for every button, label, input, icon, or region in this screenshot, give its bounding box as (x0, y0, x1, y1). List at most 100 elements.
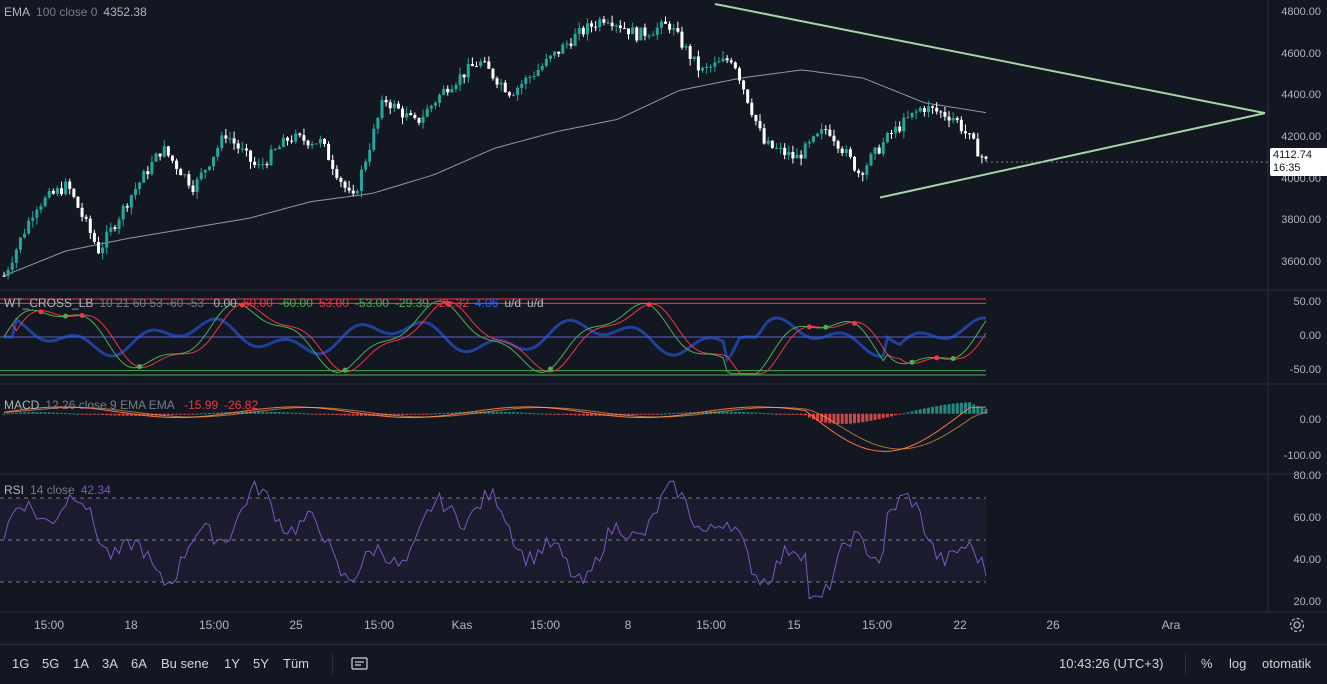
interval-1a[interactable]: 1A (73, 656, 89, 671)
toolbar-divider (1185, 653, 1186, 675)
interval-1y[interactable]: 1Y (224, 656, 240, 671)
wt-cross-dot (38, 309, 44, 315)
interval-5g[interactable]: 5G (42, 656, 59, 671)
candle-body (2, 275, 6, 277)
macd-axis-label: 0.00 (1299, 414, 1321, 426)
chart-canvas[interactable] (0, 0, 1327, 644)
candle-body (540, 66, 544, 70)
candle-body (322, 138, 326, 144)
macd-histogram-bar (396, 413, 400, 416)
candle-body (799, 154, 803, 159)
candle-body (894, 126, 898, 134)
candle-body (544, 58, 548, 67)
macd-histogram-bar (750, 412, 754, 414)
candle-body (31, 217, 35, 221)
wt-cross-legend[interactable]: WT_CROSS_LB 10 21 60 53 -60 -53 0.00 60.00… (4, 296, 550, 310)
macd-histogram-bar (421, 413, 425, 415)
macd-histogram-bar (844, 413, 848, 424)
candle-body (520, 83, 524, 88)
macd-histogram-bar (881, 413, 885, 419)
wt-cross-dot (547, 366, 553, 372)
candle-body (166, 146, 170, 156)
clock-timezone[interactable]: 10:43:26 (UTC+3) (1059, 656, 1163, 671)
candle-body (910, 112, 914, 118)
ema-legend[interactable]: EMA 100 close 0 4352.38 (4, 5, 153, 19)
interval-3a[interactable]: 3A (102, 656, 118, 671)
interval-1g[interactable]: 1G (12, 656, 29, 671)
candle-body (750, 102, 754, 115)
candle-body (76, 196, 80, 208)
wt-axis-label: 50.00 (1293, 296, 1321, 308)
auto-scale-toggle[interactable]: otomatik (1262, 656, 1311, 671)
macd-legend-name: MACD (4, 398, 40, 412)
rsi-legend[interactable]: RSI 14 close 42.34 (4, 483, 117, 497)
macd-histogram-bar (565, 413, 569, 415)
macd-histogram-bar (553, 413, 557, 415)
macd-histogram-bar (885, 413, 889, 418)
macd-histogram-bar (314, 413, 318, 415)
candle-body (742, 80, 746, 90)
candle-body (331, 160, 335, 170)
macd-histogram-bar (774, 413, 778, 415)
percent-toggle[interactable]: % (1201, 656, 1213, 671)
macd-histogram-bar (35, 412, 39, 414)
interval-all[interactable]: Tüm (283, 656, 309, 671)
candle-body (483, 61, 487, 63)
candle-body (376, 117, 380, 129)
candle-body (684, 46, 688, 48)
candle-body (733, 62, 737, 69)
interval-5y[interactable]: 5Y (253, 656, 269, 671)
macd-histogram-bar (121, 413, 125, 416)
time-axis-label: 18 (124, 618, 138, 632)
compare-icon[interactable] (350, 655, 370, 673)
candle-body (339, 177, 343, 182)
candle-body (795, 154, 799, 159)
candle-body (783, 147, 787, 156)
macd-histogram-bar (23, 412, 27, 414)
macd-histogram-bar (277, 412, 281, 414)
candle-body (413, 114, 417, 118)
candle-body (643, 27, 647, 36)
candle-body (721, 58, 725, 62)
candle-body (705, 66, 709, 69)
macd-histogram-bar (955, 403, 959, 414)
macd-histogram-bar (540, 413, 544, 415)
macd-histogram-bar (902, 413, 906, 415)
candle-body (631, 27, 635, 35)
macd-legend-params: 12 26 close 9 EMA EMA (45, 398, 175, 412)
price-axis-label: 4400.00 (1281, 89, 1321, 101)
candle-body (528, 76, 532, 78)
candle-body (421, 116, 425, 123)
log-toggle[interactable]: log (1229, 656, 1246, 671)
macd-histogram-bar (64, 413, 68, 415)
candle-body (976, 138, 980, 157)
candle-body (27, 220, 31, 234)
ema-legend-params: 100 close 0 (36, 5, 98, 19)
candle-body (35, 209, 39, 218)
gear-icon[interactable] (1288, 616, 1306, 634)
candle-body (6, 269, 10, 276)
price-axis-label: 3800.00 (1281, 214, 1321, 226)
macd-histogram-bar (318, 413, 322, 415)
candle-body (220, 135, 224, 149)
macd-histogram-bar (405, 413, 409, 415)
candle-body (392, 103, 396, 109)
macd-histogram-bar (339, 413, 343, 416)
macd-histogram-bar (331, 413, 335, 415)
macd-histogram-bar (935, 406, 939, 414)
macd-histogram-bar (655, 413, 659, 415)
macd-histogram-bar (298, 413, 302, 415)
candle-body (125, 205, 129, 208)
candle-body (199, 172, 203, 180)
candle-body (380, 99, 384, 118)
candle-body (770, 140, 774, 148)
macd-legend[interactable]: MACD 12 26 close 9 EMA EMA -15.99 -26.82 (4, 398, 264, 412)
interval-ytd[interactable]: Bu sene (161, 656, 209, 671)
time-axis-label: 8 (624, 618, 632, 632)
candle-body (614, 25, 618, 27)
time-axis-label: Ara (1161, 618, 1181, 632)
wt-value: -29.39 (394, 296, 429, 310)
candle-body (290, 140, 294, 142)
interval-6a[interactable]: 6A (131, 656, 147, 671)
macd-histogram-bar (216, 412, 220, 414)
